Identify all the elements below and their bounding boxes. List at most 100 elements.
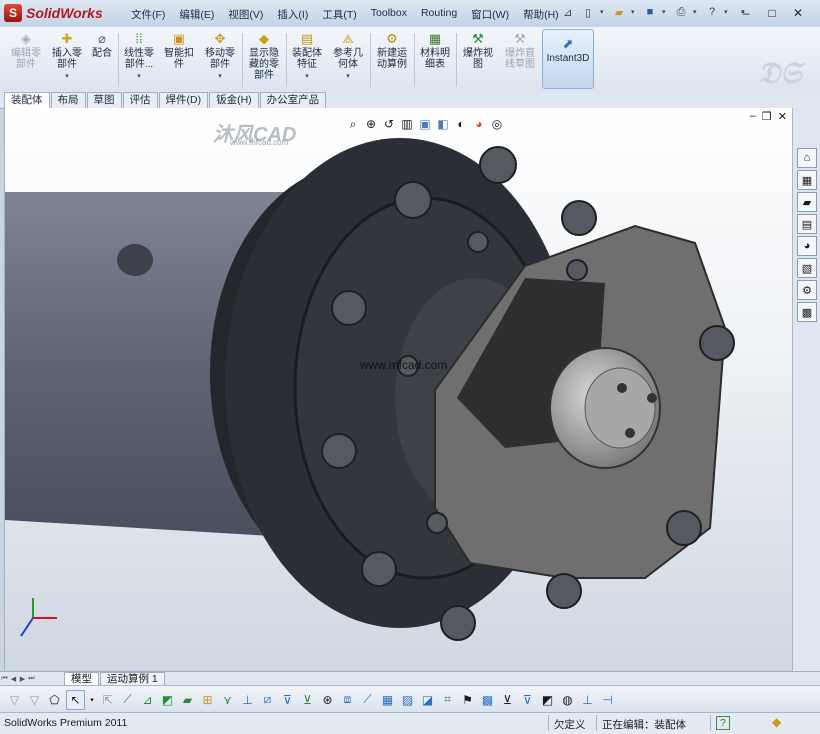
rebuild-icon[interactable]: ◆	[772, 715, 781, 729]
tab-sketch[interactable]: 草图	[86, 92, 122, 108]
print-dropdown-icon[interactable]: ▾	[693, 8, 700, 16]
prev-tab-icon[interactable]: ◀	[9, 674, 18, 685]
filter-gtol-icon[interactable]: ⊛	[319, 691, 336, 709]
filter-routing-icon[interactable]: ◩	[539, 691, 556, 709]
linear-pattern-dropdown-icon[interactable]: ▾	[137, 71, 141, 82]
help-status-icon[interactable]: ?	[716, 716, 730, 730]
filter-connection-icon[interactable]: ◍	[559, 691, 576, 709]
menu-routing[interactable]: Routing	[414, 5, 464, 24]
save-dropdown-icon[interactable]: ▾	[662, 8, 669, 16]
solidworks-resources-icon[interactable]: ⌂	[797, 148, 817, 168]
close-icon[interactable]: ✕	[786, 3, 810, 22]
tab-evaluate[interactable]: 评估	[122, 92, 158, 108]
hub-face[interactable]	[584, 367, 656, 449]
filter-datum-icon[interactable]: ▦	[379, 691, 396, 709]
filter-faces-icon[interactable]: ⬠	[46, 691, 63, 709]
hide-show-icon[interactable]: ◐	[453, 116, 469, 132]
edit-component-button[interactable]: ◈ 编辑零 部件	[6, 29, 46, 71]
filter-cosmetic-thread-icon[interactable]: ◪	[419, 691, 436, 709]
filter-faces-2-icon[interactable]: ◩	[159, 691, 176, 709]
mate-button[interactable]: ⌀ 配合	[88, 29, 116, 60]
filter-points-icon[interactable]: ⊥	[239, 691, 256, 709]
new-doc-icon[interactable]: ▯	[580, 4, 596, 20]
zoom-to-fit-icon[interactable]: ⌕	[345, 116, 361, 132]
filter-centerline-icon[interactable]: ⊻	[499, 691, 516, 709]
tab-assembly[interactable]: 装配体	[4, 92, 50, 108]
move-component-dropdown-icon[interactable]: ▾	[218, 71, 222, 82]
menu-file[interactable]: 文件(F)	[124, 5, 172, 24]
menu-help[interactable]: 帮助(H)	[516, 5, 566, 24]
tab-layout[interactable]: 布局	[50, 92, 86, 108]
filter-axes-icon[interactable]: ⊞	[199, 691, 216, 709]
filter-edges-icon[interactable]: ⊿	[139, 691, 156, 709]
explode-line-sketch-button[interactable]: ⚒ 爆炸直 线草图	[500, 29, 540, 71]
graphics-area[interactable]: 沐风CAD www.mfcad.com www.mfcad.com ⌕ ⊕ ↺ …	[4, 108, 793, 671]
filter-midpoints-icon[interactable]: ⚑	[459, 691, 476, 709]
view-palette-icon[interactable]: ⚙	[797, 280, 817, 300]
save-icon[interactable]: ■	[642, 4, 658, 20]
insert-component-dropdown-icon[interactable]: ▾	[65, 71, 69, 82]
search-icon[interactable]: ▤	[797, 214, 817, 234]
reference-geometry-dropdown-icon[interactable]: ▾	[346, 71, 350, 82]
filter-vertices-icon[interactable]: ⟋	[119, 691, 136, 709]
help-icon[interactable]: ?	[704, 4, 720, 20]
toolbox-icon[interactable]: ▩	[797, 302, 817, 322]
filter-hatch-icon[interactable]: ⊽	[519, 691, 536, 709]
help-dropdown-icon[interactable]: ▾	[724, 8, 731, 16]
reference-geometry-button[interactable]: ⟁ 参考几 何体 ▾	[328, 29, 368, 82]
filter-curve-icon[interactable]: ⊣	[599, 691, 616, 709]
view-orientation-icon[interactable]: ▣	[417, 116, 433, 132]
assembly-features-button[interactable]: ▤ 装配体 特征 ▾	[288, 29, 326, 82]
tab-weldments[interactable]: 焊件(D)	[158, 92, 209, 108]
zoom-area-icon[interactable]: ⊕	[363, 116, 379, 132]
tab-model[interactable]: 模型	[64, 672, 99, 686]
tab-motion-study-1[interactable]: 运动算例 1	[100, 672, 165, 686]
menu-window[interactable]: 窗口(W)	[464, 5, 516, 24]
apply-scene-icon[interactable]: ◎	[489, 116, 505, 132]
show-hidden-components-button[interactable]: ◆ 显示隐 藏的零 部件	[244, 29, 284, 82]
display-style-icon[interactable]: ◧	[435, 116, 451, 132]
grease-fitting[interactable]	[117, 244, 153, 276]
menu-toolbox[interactable]: Toolbox	[364, 5, 414, 24]
filter-weld-icon[interactable]: ⧈	[339, 691, 356, 709]
design-library-icon[interactable]: ▦	[797, 170, 817, 190]
edit-appearance-icon[interactable]: ◕	[471, 116, 487, 132]
last-tab-icon[interactable]: ⏭	[27, 674, 36, 685]
filter-planes-icon[interactable]: ⋎	[219, 691, 236, 709]
filter-datum-target-icon[interactable]: ▨	[399, 691, 416, 709]
menu-view[interactable]: 视图(V)	[221, 5, 270, 24]
open-dropdown-icon[interactable]: ▾	[631, 8, 638, 16]
filter-center-marks-icon[interactable]: ▩	[479, 691, 496, 709]
assembly-model[interactable]	[5, 108, 793, 671]
viewport-close-icon[interactable]: ✕	[778, 110, 787, 123]
linear-pattern-button[interactable]: ⁞⁞ 线性零 部件... ▾	[120, 29, 158, 82]
viewport-restore-icon[interactable]: ❐	[762, 110, 772, 123]
previous-view-icon[interactable]: ↺	[381, 116, 397, 132]
filter-blocks-icon[interactable]: ⌗	[439, 691, 456, 709]
section-view-icon[interactable]: ▥	[399, 116, 415, 132]
select-dropdown-icon[interactable]: ▾	[88, 691, 96, 709]
print-icon[interactable]: ⎙	[673, 4, 689, 20]
open-icon[interactable]: ▰	[611, 4, 627, 20]
filter-dimensions-icon[interactable]: ⊽	[279, 691, 296, 709]
filter-spline-icon[interactable]: ⊥	[579, 691, 596, 709]
instant3d-button[interactable]: ⬈ Instant3D	[542, 29, 594, 89]
file-explorer-icon[interactable]: ▰	[797, 192, 817, 212]
appearances-icon[interactable]: ◕	[797, 236, 817, 256]
select-other-icon[interactable]: ⇱	[99, 691, 116, 709]
assembly-features-dropdown-icon[interactable]: ▾	[305, 71, 309, 82]
bill-of-materials-button[interactable]: ▦ 材料明 细表	[416, 29, 454, 71]
menu-insert[interactable]: 插入(I)	[270, 5, 315, 24]
filter-notes-icon[interactable]: ⊻	[299, 691, 316, 709]
exploded-view-button[interactable]: ⚒ 爆炸视 图	[458, 29, 498, 71]
app-logo[interactable]: S SolidWorks	[4, 3, 103, 23]
move-component-button[interactable]: ✥ 移动零 部件 ▾	[200, 29, 240, 82]
filter-toggle-icon[interactable]: ▽	[26, 691, 43, 709]
smart-fasteners-button[interactable]: ▣ 智能扣 件	[160, 29, 198, 71]
tab-sheet-metal[interactable]: 钣金(H)	[209, 92, 259, 108]
next-tab-icon[interactable]: ▶	[18, 674, 27, 685]
viewport-minimize-icon[interactable]: –	[750, 110, 756, 123]
tab-office-products[interactable]: 办公室产品	[259, 92, 327, 108]
new-motion-study-button[interactable]: ⚙ 新建运 动算例	[372, 29, 412, 71]
restore-icon[interactable]: □	[760, 3, 784, 22]
